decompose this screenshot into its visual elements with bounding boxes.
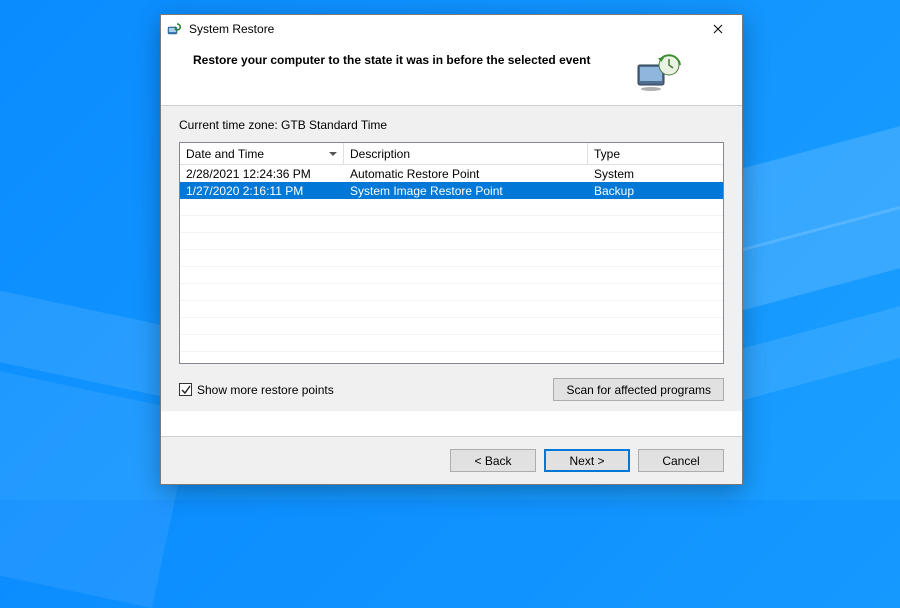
column-header-type[interactable]: Type [588,143,723,165]
cancel-button[interactable]: Cancel [638,449,724,472]
cell-type: Backup [588,184,723,198]
titlebar[interactable]: System Restore [161,15,742,43]
cell-type: System [588,167,723,181]
empty-row [180,233,723,250]
table-row[interactable]: 1/27/2020 2:16:11 PMSystem Image Restore… [180,182,723,199]
cell-desc: System Image Restore Point [344,184,588,198]
wizard-heading: Restore your computer to the state it wa… [193,53,626,67]
scan-affected-button[interactable]: Scan for affected programs [553,378,724,401]
empty-row [180,352,723,364]
show-more-checkbox[interactable]: Show more restore points [179,383,553,397]
window-title: System Restore [189,22,700,36]
wizard-footer: < Back Next > Cancel [161,436,742,484]
empty-row [180,267,723,284]
next-button[interactable]: Next > [544,449,630,472]
restore-hero-icon [634,53,682,93]
cell-date: 2/28/2021 12:24:36 PM [180,167,344,181]
restore-icon [167,21,183,37]
wizard-header: Restore your computer to the state it wa… [161,43,742,105]
empty-row [180,250,723,267]
restore-points-table: Date and Time Description Type 2/28/2021… [179,142,724,364]
table-header: Date and Time Description Type [180,143,723,165]
table-row[interactable]: 2/28/2021 12:24:36 PMAutomatic Restore P… [180,165,723,182]
empty-row [180,318,723,335]
cell-date: 1/27/2020 2:16:11 PM [180,184,344,198]
table-body: 2/28/2021 12:24:36 PMAutomatic Restore P… [180,165,723,364]
empty-row [180,301,723,318]
checkbox-icon [179,383,192,396]
cell-desc: Automatic Restore Point [344,167,588,181]
close-icon [713,22,723,37]
empty-row [180,335,723,352]
empty-row [180,199,723,216]
dialog-body: Current time zone: GTB Standard Time Dat… [161,106,742,411]
back-button[interactable]: < Back [450,449,536,472]
column-header-date[interactable]: Date and Time [180,143,344,165]
column-header-description[interactable]: Description [344,143,588,165]
timezone-label: Current time zone: GTB Standard Time [179,118,724,132]
empty-row [180,216,723,233]
show-more-label: Show more restore points [197,383,334,397]
system-restore-dialog: System Restore Restore your computer to … [160,14,743,485]
empty-row [180,284,723,301]
close-button[interactable] [700,18,736,40]
